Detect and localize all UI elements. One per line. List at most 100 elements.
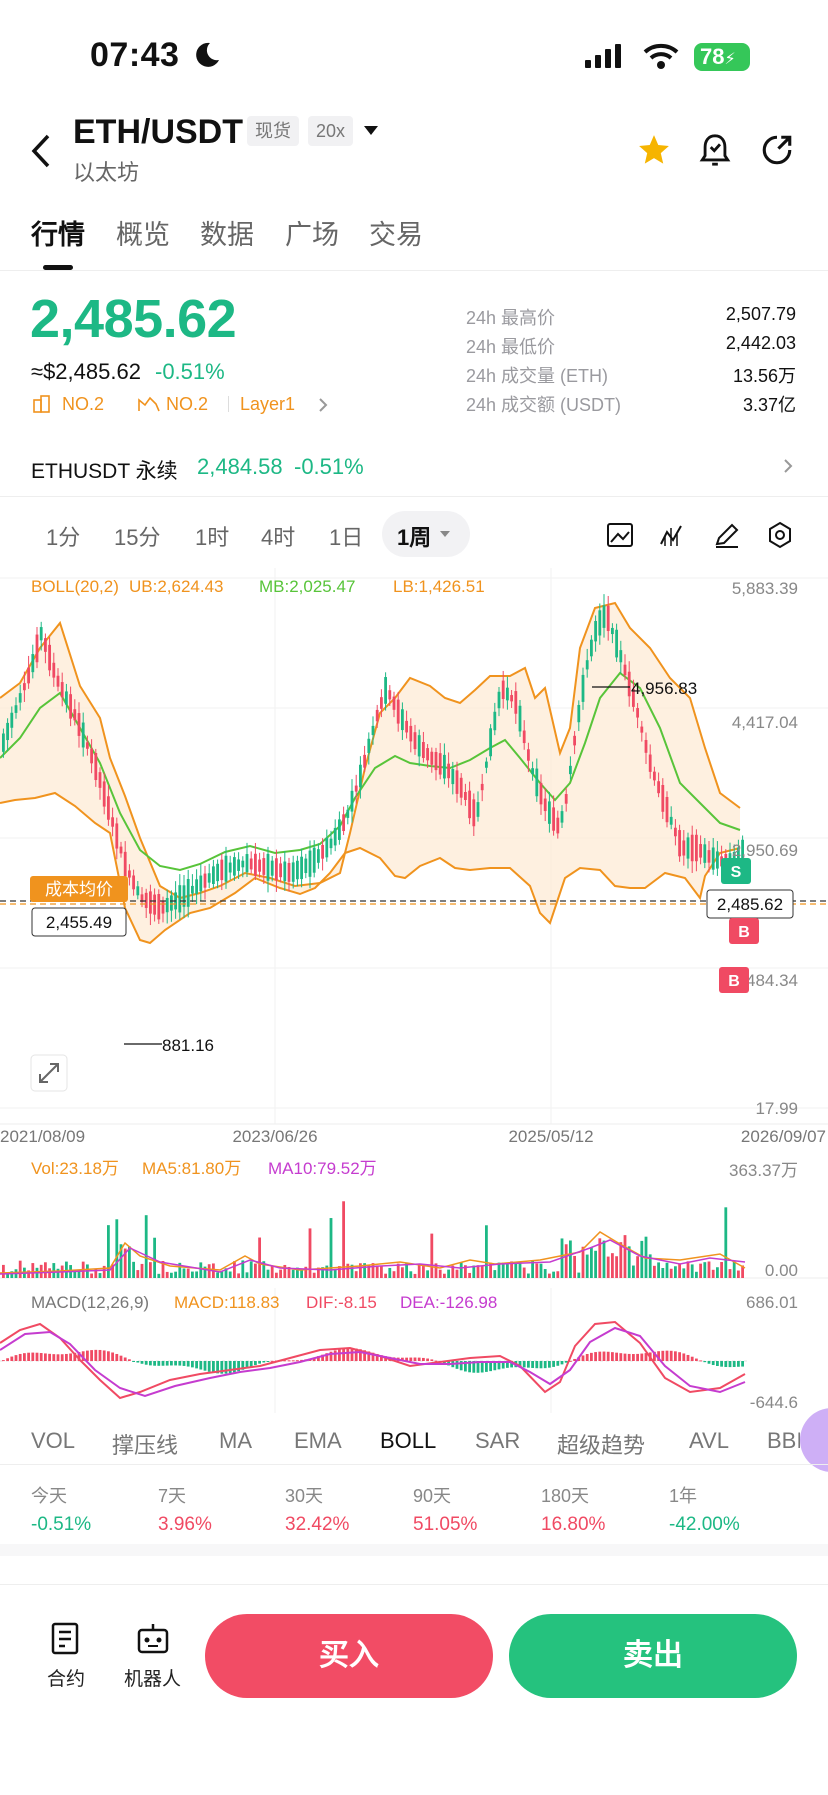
tab-trade[interactable]: 交易: [369, 213, 423, 252]
macd-bar: [690, 1356, 694, 1361]
indicator-sar[interactable]: SAR: [475, 1428, 520, 1454]
vol-ma5-label: MA5:81.80万: [142, 1159, 241, 1178]
macd-bar: [191, 1361, 194, 1368]
tab-square[interactable]: 广场: [285, 213, 339, 252]
macd-bar: [560, 1361, 564, 1365]
candle-body: [73, 709, 77, 721]
candle-body: [430, 751, 434, 765]
timeframe-15m[interactable]: 15分: [114, 520, 160, 552]
candlestick-chart[interactable]: BOLL(20,2) UB:2,624.43 MB:2,025.47 LB:1,…: [0, 568, 828, 1148]
indicator-ema[interactable]: EMA: [294, 1428, 342, 1454]
candle-body: [569, 765, 572, 775]
period-value-today: -0.51%: [31, 1514, 92, 1535]
divider: [0, 1584, 828, 1585]
pair-title[interactable]: ETH/USDT: [73, 113, 243, 152]
volume-bar: [438, 1269, 442, 1278]
volume-bar: [606, 1256, 610, 1278]
candle-body: [283, 861, 287, 882]
candle-body: [111, 817, 114, 827]
timeframe-1d[interactable]: 1日: [329, 520, 363, 552]
volume-bar: [459, 1262, 463, 1278]
macd-bar: [636, 1353, 639, 1361]
chevron-right-icon[interactable]: [318, 397, 328, 413]
macd-bar: [661, 1350, 665, 1361]
macd-bar: [10, 1356, 14, 1361]
volume-bar: [346, 1263, 350, 1278]
indicator-ma[interactable]: MA: [219, 1428, 252, 1454]
dropdown-icon[interactable]: [363, 125, 379, 137]
macd-bar: [44, 1353, 47, 1361]
sell-button[interactable]: 卖出: [509, 1614, 797, 1698]
volume-bar: [165, 1271, 169, 1278]
indicator-support-resistance[interactable]: 撑压线: [112, 1428, 178, 1460]
chart-image-icon[interactable]: [606, 522, 634, 548]
buy-button[interactable]: 买入: [205, 1614, 493, 1698]
candle-body: [275, 858, 278, 881]
date-label-2: 2023/06/26: [232, 1127, 317, 1146]
stat-value-volume: 13.56万: [732, 366, 796, 386]
candle-body: [619, 650, 623, 663]
favorite-star-icon[interactable]: [637, 133, 671, 167]
indicator-supertrend[interactable]: 超级趋势: [557, 1428, 645, 1460]
macd-max: 686.01: [746, 1293, 798, 1312]
candle-body: [556, 817, 560, 834]
macd-bar: [548, 1361, 551, 1368]
volume-bar: [695, 1271, 698, 1278]
robot-label[interactable]: 机器人: [124, 1664, 181, 1691]
candle-body: [60, 682, 64, 698]
volume-bar: [707, 1261, 711, 1278]
candle-body: [107, 796, 110, 820]
indicator-vol[interactable]: VOL: [31, 1428, 75, 1454]
macd-bar: [258, 1361, 261, 1364]
share-icon[interactable]: [760, 133, 794, 167]
timeframe-1w[interactable]: 1周: [397, 520, 431, 552]
perp-row[interactable]: ETHUSDT 永续 2,484.58 -0.51%: [0, 437, 828, 497]
candle-body: [455, 770, 459, 794]
alert-bell-icon[interactable]: [698, 131, 732, 169]
rank-market-cap[interactable]: NO.2: [62, 394, 104, 415]
layer-tag[interactable]: Layer1: [240, 394, 295, 415]
macd-bar: [107, 1351, 110, 1361]
contract-doc-icon: [51, 1622, 79, 1655]
indicator-icon[interactable]: [659, 522, 687, 548]
macd-bar: [707, 1361, 711, 1364]
candle-body: [375, 709, 379, 722]
chevron-right-icon: [784, 459, 793, 473]
macd-bar: [728, 1361, 732, 1368]
back-icon[interactable]: [30, 133, 52, 169]
timeframe-1h[interactable]: 1时: [195, 520, 229, 552]
floating-assistant-button[interactable]: [800, 1408, 828, 1472]
candle-body: [716, 851, 719, 869]
draw-pen-icon[interactable]: [713, 522, 741, 548]
candle-body: [279, 863, 282, 878]
timeframe-4h[interactable]: 4时: [261, 520, 295, 552]
macd-bar: [611, 1352, 614, 1361]
settings-icon[interactable]: [766, 521, 794, 549]
rank-volume[interactable]: NO.2: [166, 394, 208, 415]
candle-body: [199, 875, 203, 892]
candle-body: [77, 713, 81, 736]
macd-bar: [531, 1361, 534, 1368]
contract-label[interactable]: 合约: [47, 1664, 85, 1691]
leverage-tag[interactable]: 20x: [308, 116, 354, 146]
tab-overview[interactable]: 概览: [116, 213, 170, 252]
candle-body: [115, 823, 119, 849]
volume-bar: [115, 1219, 119, 1278]
macd-bar: [69, 1353, 72, 1361]
macd-bar: [724, 1361, 728, 1368]
buy-marker-label: B: [738, 924, 750, 941]
candle-body: [480, 783, 484, 791]
macd-bar: [94, 1349, 98, 1361]
indicator-bbi[interactable]: BBI: [767, 1428, 800, 1454]
macd-bar: [556, 1361, 560, 1366]
macd-bar: [140, 1361, 144, 1364]
timeframe-1m[interactable]: 1分: [46, 520, 80, 552]
indicator-boll[interactable]: BOLL: [380, 1428, 436, 1454]
tab-data[interactable]: 数据: [200, 213, 254, 252]
timeframe-dropdown-icon[interactable]: [440, 531, 450, 538]
macd-bar: [98, 1349, 102, 1361]
indicator-avl[interactable]: AVL: [689, 1428, 729, 1454]
candle-body: [287, 862, 291, 882]
volume-bar: [329, 1218, 333, 1278]
tab-market[interactable]: 行情: [31, 213, 85, 252]
